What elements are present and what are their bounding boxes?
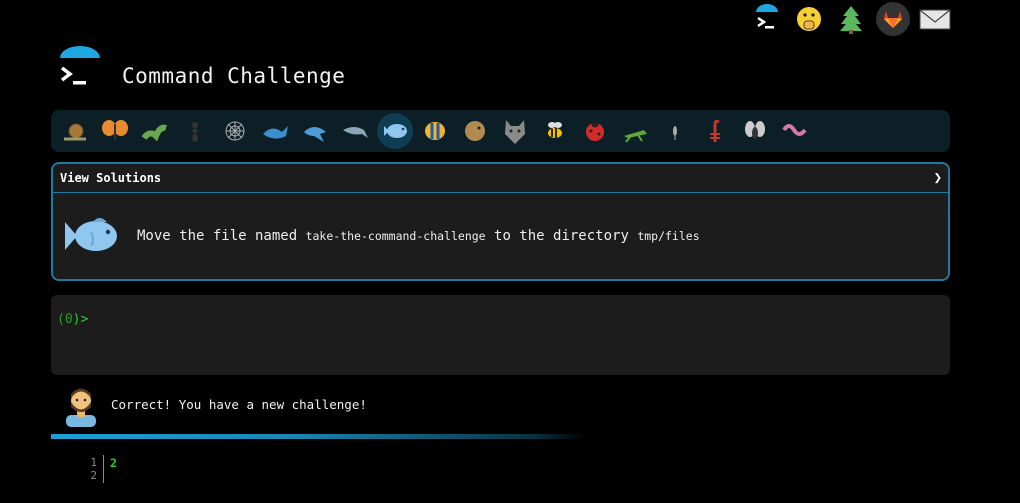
cricket-icon[interactable]	[617, 113, 653, 149]
terminal-prompt: (0)>	[57, 312, 89, 327]
worm-icon[interactable]	[777, 113, 813, 149]
page-title: Command Challenge	[122, 64, 346, 88]
snail-icon[interactable]	[57, 113, 93, 149]
envelope-icon[interactable]	[918, 2, 952, 36]
gitlab-icon[interactable]	[876, 2, 910, 36]
evergreen-tree-icon[interactable]	[834, 2, 868, 36]
shushing-face-icon[interactable]	[792, 2, 826, 36]
challenge-panel: View Solutions ❯ Move the file named tak…	[51, 162, 950, 281]
spider-web-icon[interactable]	[217, 113, 253, 149]
ant-icon[interactable]	[177, 113, 213, 149]
caterpillar-icon[interactable]	[137, 113, 173, 149]
scorpion-icon[interactable]	[697, 113, 733, 149]
wolf-icon[interactable]	[497, 113, 533, 149]
whale-icon[interactable]	[257, 113, 293, 149]
fish-icon[interactable]	[377, 113, 413, 149]
view-solutions-label: View Solutions	[60, 171, 162, 185]
line-numbers: 1 2	[90, 456, 97, 482]
terminal-icon[interactable]	[750, 2, 784, 36]
challenge-creature-bar	[51, 110, 950, 152]
bee-icon[interactable]	[537, 113, 573, 149]
top-icon-bar	[750, 2, 952, 36]
dolphin-icon[interactable]	[337, 113, 373, 149]
progress-bar	[51, 434, 586, 439]
mosquito-icon[interactable]	[657, 113, 693, 149]
ladybug-icon[interactable]	[577, 113, 613, 149]
fish-icon	[63, 212, 121, 260]
view-solutions-toggle[interactable]: View Solutions ❯	[53, 164, 948, 193]
terminal-input[interactable]: (0)>	[51, 295, 950, 375]
butterfly-icon[interactable]	[97, 113, 133, 149]
chevron-right-icon[interactable]: ❯	[934, 170, 942, 186]
shark-icon[interactable]	[297, 113, 333, 149]
fly-icon[interactable]	[737, 113, 773, 149]
feedback-message: Correct! You have a new challenge!	[111, 397, 367, 412]
cursor-line	[103, 455, 104, 483]
directory-name: tmp/files	[637, 229, 700, 243]
challenge-description: Move the file named take-the-command-cha…	[137, 228, 700, 244]
exit-code: 0	[64, 312, 73, 327]
file-name: take-the-command-challenge	[305, 229, 486, 243]
editor-content[interactable]: 2	[110, 456, 117, 470]
logo-icon	[56, 46, 104, 94]
blowfish-icon[interactable]	[457, 113, 493, 149]
tropical-fish-icon[interactable]	[417, 113, 453, 149]
avatar	[63, 385, 99, 427]
